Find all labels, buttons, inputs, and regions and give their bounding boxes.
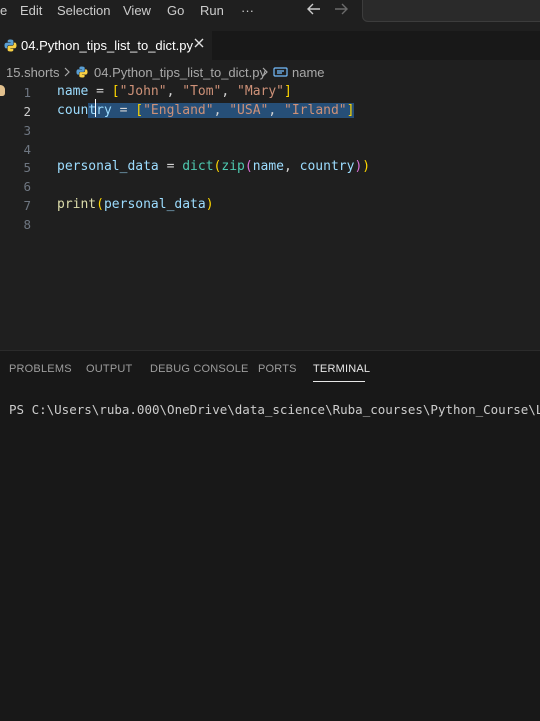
selected-text: , xyxy=(268,103,285,118)
line-number: 8 xyxy=(23,217,31,232)
code-token: ) xyxy=(362,159,371,174)
code-token: personal_data xyxy=(57,159,159,174)
menu-go[interactable]: Go xyxy=(167,3,184,18)
selected-text: "USA" xyxy=(229,103,269,118)
tab-label: 04.Python_tips_list_to_dict.py xyxy=(21,38,193,53)
code-line-7: print(personal_data) xyxy=(57,197,214,212)
menu-view[interactable]: View xyxy=(123,3,151,18)
code-token: "Tom" xyxy=(182,84,222,99)
line-number: 5 xyxy=(23,160,31,175)
python-file-icon xyxy=(76,66,88,81)
text-cursor xyxy=(95,99,96,117)
tab-active-file[interactable]: 04.Python_tips_list_to_dict.py xyxy=(0,31,212,60)
code-token: , xyxy=(284,159,300,174)
selected-text xyxy=(111,103,120,118)
breadcrumb-folder[interactable]: 15.shorts xyxy=(6,65,59,80)
chevron-right-icon xyxy=(260,66,270,81)
line-number: 1 xyxy=(23,85,31,100)
selected-text: = xyxy=(119,103,136,118)
menu-run[interactable]: Run xyxy=(200,3,224,18)
code-token: zip xyxy=(221,159,245,174)
code-line-2: country = ["England", "USA", "Irland"] xyxy=(57,103,355,118)
bottom-panel: PROBLEMS OUTPUT DEBUG CONSOLE PORTS TERM… xyxy=(0,350,540,721)
selected-text: [ xyxy=(135,103,144,118)
menu-bar: e Edit Selection View Go Run ··· xyxy=(0,0,540,22)
code-token: , xyxy=(221,84,238,99)
selected-text: "Irland" xyxy=(284,103,347,118)
code-line-1: name = ["John", "Tom", "Mary"] xyxy=(57,84,292,99)
menu-selection[interactable]: Selection xyxy=(57,3,110,18)
code-line-5: personal_data = dict(zip(name, country)) xyxy=(57,159,370,174)
close-icon[interactable] xyxy=(192,36,206,54)
selected-text: , xyxy=(213,103,230,118)
line-number: 3 xyxy=(23,123,31,138)
code-token: , xyxy=(166,84,183,99)
selected-text: "England" xyxy=(143,103,214,118)
code-token: ) xyxy=(205,197,214,212)
code-token: print xyxy=(57,197,97,212)
tab-ports[interactable]: PORTS xyxy=(258,363,297,375)
line-number: 2 xyxy=(23,104,31,119)
menu-more[interactable]: ··· xyxy=(241,3,254,18)
arrow-left-icon[interactable] xyxy=(306,1,322,22)
tab-terminal[interactable]: TERMINAL xyxy=(313,363,370,375)
code-token: ] xyxy=(284,84,292,99)
breadcrumb-file[interactable]: 04.Python_tips_list_to_dict.py xyxy=(94,65,266,80)
selected-text: ] xyxy=(346,103,355,118)
line-number: 4 xyxy=(23,142,31,157)
code-token: name xyxy=(252,159,284,174)
command-center-search[interactable] xyxy=(362,0,540,22)
code-token: ( xyxy=(96,197,104,212)
menu-file-partial[interactable]: e xyxy=(0,3,7,18)
python-file-icon xyxy=(4,39,17,55)
code-token: name xyxy=(57,84,89,99)
line-number: 6 xyxy=(23,179,31,194)
tab-problems[interactable]: PROBLEMS xyxy=(9,363,72,375)
code-editor[interactable]: 1 2 3 4 5 6 7 8 name = ["John", "Tom", "… xyxy=(0,82,540,350)
code-token: dict xyxy=(182,159,214,174)
code-token: coun xyxy=(57,103,89,118)
breadcrumb: 15.shorts 04.Python_tips_list_to_dict.py… xyxy=(0,64,540,82)
selected-text: try xyxy=(88,103,112,118)
chevron-right-icon xyxy=(62,66,72,81)
code-token: personal_data xyxy=(103,197,206,212)
code-token: "John" xyxy=(119,84,167,99)
symbol-variable-icon xyxy=(273,66,288,81)
code-token: country xyxy=(299,159,355,174)
menu-edit[interactable]: Edit xyxy=(20,3,42,18)
tab-debug-console[interactable]: DEBUG CONSOLE xyxy=(150,363,249,375)
line-number: 7 xyxy=(23,198,31,213)
code-token: ( xyxy=(244,159,253,174)
code-token: "Mary" xyxy=(237,84,285,99)
active-tab-indicator xyxy=(313,381,365,382)
code-token: = xyxy=(158,159,183,174)
terminal-prompt[interactable]: PS C:\Users\ruba.000\OneDrive\data_scien… xyxy=(9,402,540,417)
tab-output[interactable]: OUTPUT xyxy=(86,363,132,375)
code-token: = xyxy=(88,84,112,99)
breadcrumb-symbol[interactable]: name xyxy=(292,65,325,80)
editor-tab-bar: 04.Python_tips_list_to_dict.py xyxy=(0,31,540,60)
code-token: [ xyxy=(111,84,120,99)
arrow-right-icon[interactable] xyxy=(333,1,349,22)
